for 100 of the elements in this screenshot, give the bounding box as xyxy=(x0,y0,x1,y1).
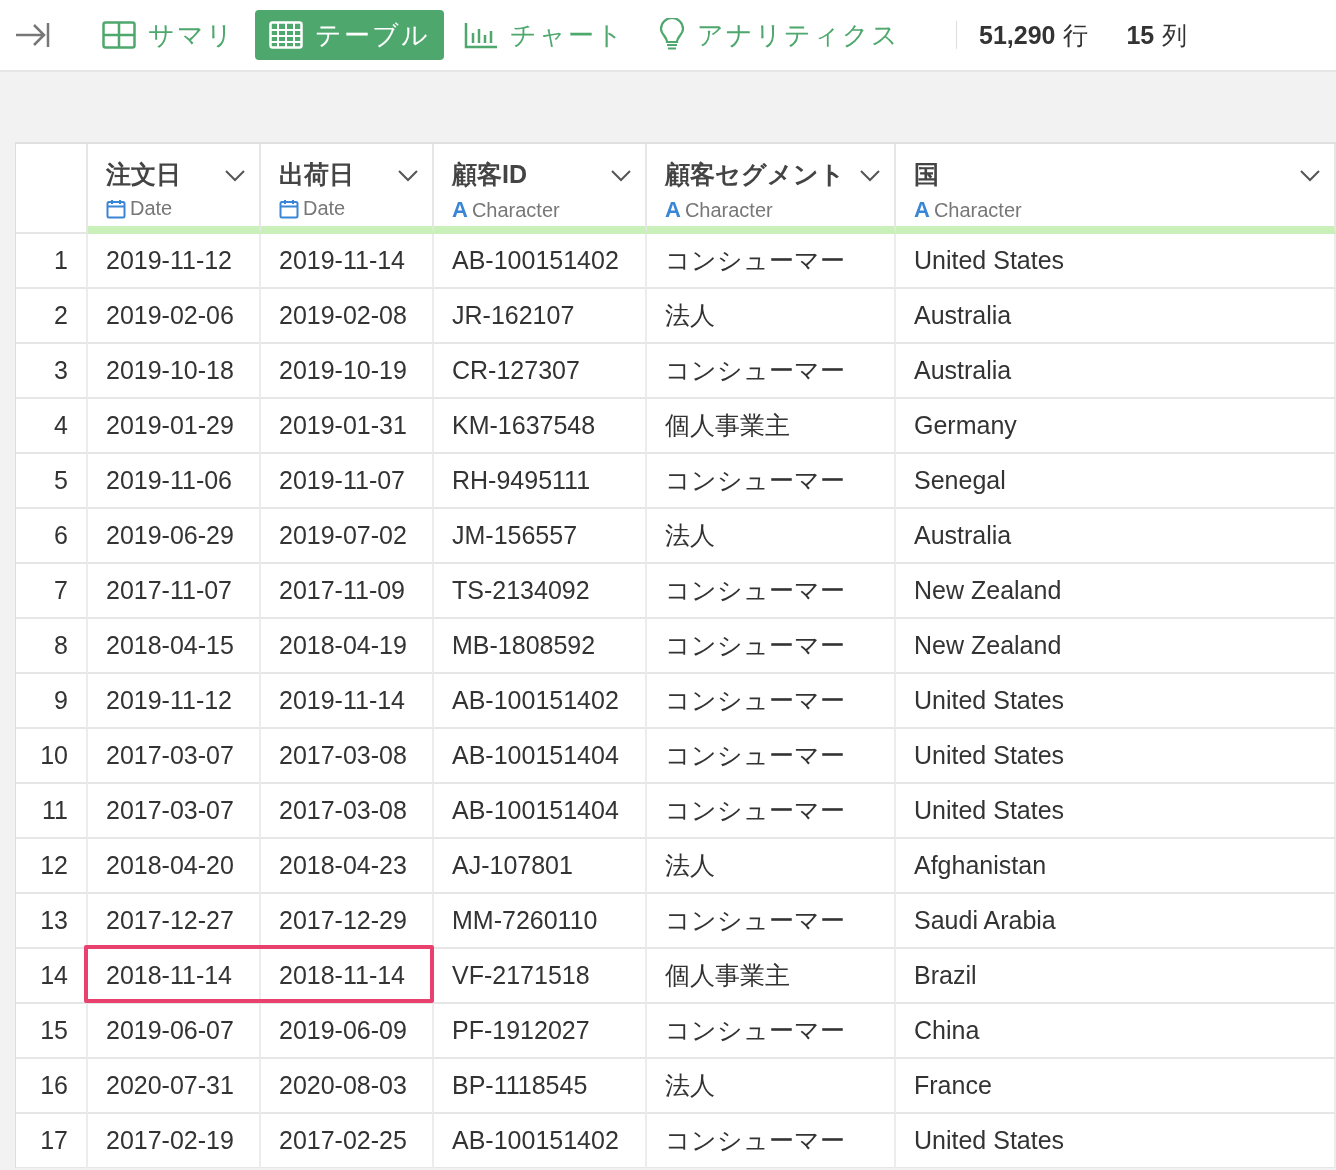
table-cell: Australia xyxy=(896,289,1336,344)
collapse-sidebar-icon[interactable] xyxy=(14,21,50,49)
row-number: 10 xyxy=(16,729,88,784)
type-glyph: A xyxy=(914,197,930,223)
table-cell: Australia xyxy=(896,344,1336,399)
table-cell: China xyxy=(896,1004,1336,1059)
table-cell: France xyxy=(896,1059,1336,1114)
table-cell: 2017-11-09 xyxy=(261,564,434,619)
row-number: 9 xyxy=(16,674,88,729)
row-number: 2 xyxy=(16,289,88,344)
column-type: Date xyxy=(130,197,173,220)
table-cell: VF-2171518 xyxy=(434,949,647,1004)
row-number: 7 xyxy=(16,564,88,619)
table-cell: 2019-10-18 xyxy=(88,344,261,399)
table-cell: Senegal xyxy=(896,454,1336,509)
table-cell: コンシューマー xyxy=(647,234,896,289)
table-cell: 2017-03-07 xyxy=(88,784,261,839)
table-cell: TS-2134092 xyxy=(434,564,647,619)
table-cell: Afghanistan xyxy=(896,839,1336,894)
table-cell: 個人事業主 xyxy=(647,399,896,454)
table-cell: United States xyxy=(896,234,1336,289)
table-cell: コンシューマー xyxy=(647,1004,896,1059)
table-cell: 2018-04-15 xyxy=(88,619,261,674)
column-count: 15 xyxy=(1126,20,1155,50)
table-cell: 2018-11-14 xyxy=(261,949,434,1004)
table-cell: コンシューマー xyxy=(647,729,896,784)
table-cell: 2017-12-29 xyxy=(261,894,434,949)
column-name: 出荷日 xyxy=(279,159,354,190)
column-type: Character xyxy=(933,198,1022,222)
table-cell: 2019-06-09 xyxy=(261,1004,434,1059)
table-cell: JM-156557 xyxy=(434,509,647,564)
table-cell: MM-7260110 xyxy=(434,894,647,949)
table-cell: 2017-02-19 xyxy=(88,1114,261,1168)
type-glyph: A xyxy=(452,197,468,223)
table-cell: 2020-08-03 xyxy=(261,1059,434,1114)
row-number: 12 xyxy=(16,839,88,894)
row-number: 13 xyxy=(16,894,88,949)
column-header[interactable]: 顧客ID A Character xyxy=(434,144,647,234)
row-number: 6 xyxy=(16,509,88,564)
table-cell: 2017-03-08 xyxy=(261,784,434,839)
table-cell: 法人 xyxy=(647,509,896,564)
table-cell: 2018-04-20 xyxy=(88,839,261,894)
table-cell: 2019-02-08 xyxy=(261,289,434,344)
table-cell: コンシューマー xyxy=(647,894,896,949)
table-cell: 2017-03-07 xyxy=(88,729,261,784)
table-icon xyxy=(269,21,303,49)
table-cell: United States xyxy=(896,1114,1336,1168)
table-cell: 2018-04-19 xyxy=(261,619,434,674)
table-cell: New Zealand xyxy=(896,564,1336,619)
table-cell: 2019-11-12 xyxy=(88,674,261,729)
column-type: Date xyxy=(303,197,346,220)
table-cell: United States xyxy=(896,729,1336,784)
table-cell: AB-100151402 xyxy=(434,1114,647,1168)
table-cell: 2019-01-31 xyxy=(261,399,434,454)
table-cell: RH-9495111 xyxy=(434,454,647,509)
table-cell: コンシューマー xyxy=(647,564,896,619)
row-number: 3 xyxy=(16,344,88,399)
table-cell: AJ-107801 xyxy=(434,839,647,894)
column-name: 国 xyxy=(914,159,939,190)
row-number: 4 xyxy=(16,399,88,454)
table-cell: 2019-11-06 xyxy=(88,454,261,509)
table-cell: 2018-04-23 xyxy=(261,839,434,894)
calendar-icon xyxy=(279,198,299,219)
chevron-down-icon[interactable] xyxy=(860,170,880,182)
row-number: 17 xyxy=(16,1114,88,1168)
table-cell: 2019-06-29 xyxy=(88,509,261,564)
column-unit: 列 xyxy=(1162,19,1188,51)
grid-icon xyxy=(102,21,136,49)
table-cell: 2018-11-14 xyxy=(88,949,261,1004)
table-cell: 2019-01-29 xyxy=(88,399,261,454)
table-cell: コンシューマー xyxy=(647,454,896,509)
row-count: 51,290 xyxy=(979,20,1056,50)
table-cell: 2017-12-27 xyxy=(88,894,261,949)
table-cell: PF-1912027 xyxy=(434,1004,647,1059)
table-cell: 法人 xyxy=(647,1059,896,1114)
table-cell: Saudi Arabia xyxy=(896,894,1336,949)
table-cell: 2020-07-31 xyxy=(88,1059,261,1114)
chevron-down-icon[interactable] xyxy=(611,170,631,182)
column-name: 注文日 xyxy=(106,159,181,190)
table-cell: Brazil xyxy=(896,949,1336,1004)
table-cell: 2019-11-14 xyxy=(261,234,434,289)
column-header[interactable]: 出荷日 Date xyxy=(261,144,434,234)
column-header[interactable]: 顧客セグメント A Character xyxy=(647,144,896,234)
table-cell: 2017-02-25 xyxy=(261,1114,434,1168)
table-cell: 2019-11-14 xyxy=(261,674,434,729)
table-cell: KM-1637548 xyxy=(434,399,647,454)
row-number: 1 xyxy=(16,234,88,289)
table-cell: コンシューマー xyxy=(647,1114,896,1168)
column-header[interactable]: 国 A Character xyxy=(896,144,1336,234)
table-cell: JR-162107 xyxy=(434,289,647,344)
table-cell: コンシューマー xyxy=(647,784,896,839)
chevron-down-icon[interactable] xyxy=(398,170,418,182)
column-header[interactable]: 注文日 Date xyxy=(88,144,261,234)
chevron-down-icon[interactable] xyxy=(1300,170,1320,182)
table-cell: 2019-11-07 xyxy=(261,454,434,509)
chevron-down-icon[interactable] xyxy=(225,170,245,182)
type-glyph: A xyxy=(665,197,681,223)
column-name: 顧客ID xyxy=(452,159,527,190)
table-cell: AB-100151404 xyxy=(434,784,647,839)
table-cell: 2019-10-19 xyxy=(261,344,434,399)
